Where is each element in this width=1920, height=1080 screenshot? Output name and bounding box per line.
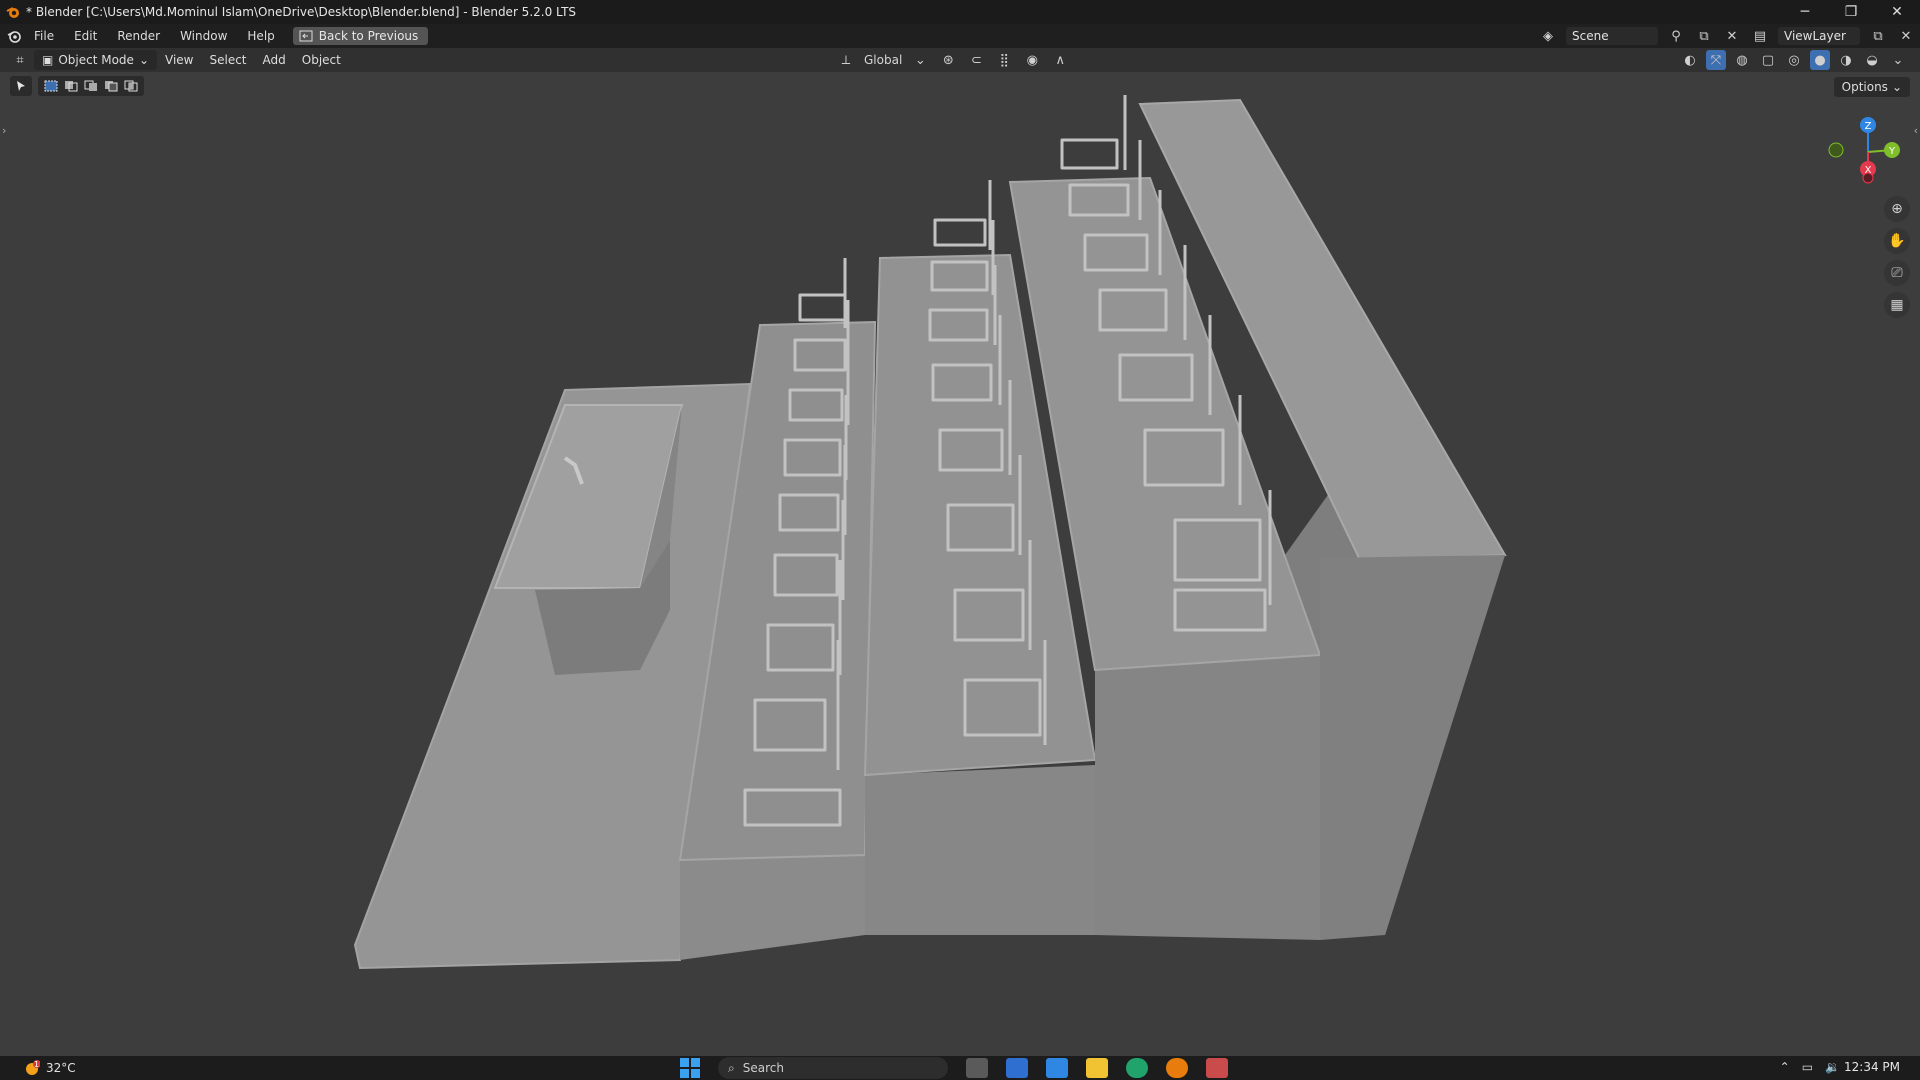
camera-view-icon[interactable]: ⎚ xyxy=(1884,260,1910,286)
weather-badge: 1 xyxy=(34,1060,40,1069)
file-explorer-icon[interactable] xyxy=(1086,1058,1108,1078)
windows-start-icon[interactable] xyxy=(680,1058,700,1078)
overlays-icon[interactable]: ◍ xyxy=(1732,50,1752,70)
snap-toggle-icon[interactable]: ⊂ xyxy=(966,50,986,70)
gizmo-toggle-icon[interactable]: ⤧ xyxy=(1706,50,1726,70)
scene-selector-icon[interactable]: ◈ xyxy=(1538,26,1558,46)
transform-orientation-icon[interactable]: ⟂ xyxy=(836,50,856,70)
view-layer-icon[interactable]: ▤ xyxy=(1750,26,1770,46)
zoom-icon[interactable]: ⊕ xyxy=(1884,196,1910,222)
solid-shading-icon[interactable]: ● xyxy=(1810,50,1830,70)
menu-window[interactable]: Window xyxy=(170,24,237,48)
chevron-down-icon[interactable]: ⌄ xyxy=(910,50,930,70)
window-controls: ─ ❐ ✕ xyxy=(1782,0,1920,24)
mode-label: Object Mode xyxy=(58,53,134,67)
view-layer-field[interactable]: ViewLayer xyxy=(1778,27,1860,45)
restore-icon[interactable]: ❐ xyxy=(1828,0,1874,24)
viewport-navigation: ⊕ ✋ ⎚ ▦ xyxy=(1884,196,1910,318)
minimize-icon[interactable]: ─ xyxy=(1782,0,1828,24)
top-menubar: File Edit Render Window Help Back to Pre… xyxy=(0,24,1920,48)
window-title: * Blender [C:\Users\Md.Mominul Islam\One… xyxy=(26,5,577,19)
mail-icon[interactable] xyxy=(1046,1058,1068,1078)
pin-icon[interactable]: ⚲ xyxy=(1666,26,1686,46)
pan-hand-icon[interactable]: ✋ xyxy=(1884,228,1910,254)
clock[interactable]: 12:34 PM xyxy=(1844,1060,1900,1074)
windows-taskbar: 1 32°C ⌕ Search ⌃ ▭ 🔉 12:34 PM xyxy=(0,1056,1920,1080)
new-view-layer-icon[interactable]: ⧉ xyxy=(1868,26,1888,46)
network-icon[interactable]: ▭ xyxy=(1802,1060,1813,1074)
perspective-grid-icon[interactable]: ▦ xyxy=(1884,292,1910,318)
back-to-previous-button[interactable]: Back to Previous xyxy=(292,27,429,45)
delete-view-layer-icon[interactable]: ✕ xyxy=(1896,26,1916,46)
chevron-down-icon: ⌄ xyxy=(138,53,149,67)
title-bar: * Blender [C:\Users\Md.Mominul Islam\One… xyxy=(0,0,1920,24)
search-icon: ⌕ xyxy=(728,1060,735,1075)
view-layer-name: ViewLayer xyxy=(1784,29,1846,43)
navigation-gizmo[interactable]: Z Y X xyxy=(1820,112,1900,192)
system-tray: ⌃ ▭ 🔉 xyxy=(1780,1060,1840,1074)
step-2-front xyxy=(865,765,1095,935)
weather-widget[interactable]: 1 32°C xyxy=(24,1060,76,1076)
blender-taskbar-icon[interactable] xyxy=(1166,1058,1188,1078)
snipping-tool-icon[interactable] xyxy=(1206,1058,1228,1078)
delete-scene-icon[interactable]: ✕ xyxy=(1722,26,1742,46)
volume-icon[interactable]: 🔉 xyxy=(1825,1060,1840,1074)
back-button-label: Back to Previous xyxy=(318,29,419,43)
snap-target-icon[interactable]: ⣿ xyxy=(994,50,1014,70)
blender-logo-icon xyxy=(6,7,19,18)
tray-expand-icon[interactable]: ⌃ xyxy=(1780,1060,1790,1074)
viewport-3d[interactable] xyxy=(0,72,1920,1056)
new-scene-icon[interactable]: ⧉ xyxy=(1694,26,1714,46)
mode-dropdown[interactable]: ▣ Object Mode ⌄ xyxy=(34,50,157,70)
material-shading-icon[interactable]: ◑ xyxy=(1836,50,1856,70)
scene-name: Scene xyxy=(1572,29,1609,43)
menu-add[interactable]: Add xyxy=(255,50,294,70)
blender-menu-icon[interactable] xyxy=(4,26,24,46)
store-icon[interactable] xyxy=(1006,1058,1028,1078)
weather-temp: 32°C xyxy=(46,1061,76,1075)
taskbar-search[interactable]: ⌕ Search xyxy=(718,1057,948,1079)
menu-file[interactable]: File xyxy=(24,24,64,48)
close-icon[interactable]: ✕ xyxy=(1874,0,1920,24)
visibility-icon[interactable]: ◐ xyxy=(1680,50,1700,70)
transform-orientation[interactable]: Global xyxy=(864,53,902,67)
menu-object[interactable]: Object xyxy=(294,50,349,70)
scene-field[interactable]: Scene xyxy=(1566,27,1658,45)
step-1-front xyxy=(680,855,865,960)
menu-help[interactable]: Help xyxy=(237,24,284,48)
object-mode-icon: ▣ xyxy=(42,53,54,67)
falloff-icon[interactable]: ∧ xyxy=(1050,50,1070,70)
step-4-front xyxy=(1320,555,1505,940)
menu-edit[interactable]: Edit xyxy=(64,24,107,48)
back-icon xyxy=(299,30,313,42)
taskbar-apps: ⌕ Search xyxy=(680,1056,1228,1080)
edge-browser-icon[interactable] xyxy=(1126,1058,1148,1078)
menu-view[interactable]: View xyxy=(157,50,201,70)
shading-options-icon[interactable]: ⌄ xyxy=(1888,50,1908,70)
menu-select[interactable]: Select xyxy=(201,50,254,70)
axis-y-label: Y xyxy=(1888,146,1896,157)
proportional-edit-icon[interactable]: ◉ xyxy=(1022,50,1042,70)
step-3-front xyxy=(1095,655,1320,940)
axis-z-label: Z xyxy=(1865,121,1872,132)
wireframe-shading-icon[interactable]: ◎ xyxy=(1784,50,1804,70)
xray-icon[interactable]: ▢ xyxy=(1758,50,1778,70)
rendered-shading-icon[interactable]: ◒ xyxy=(1862,50,1882,70)
search-placeholder: Search xyxy=(742,1061,784,1075)
menu-render[interactable]: Render xyxy=(107,24,170,48)
editor-type-icon[interactable]: ⌗ xyxy=(10,50,30,70)
pivot-point-icon[interactable]: ⊛ xyxy=(938,50,958,70)
viewport-display-tools: ◐ ⤧ ◍ ▢ ◎ ● ◑ ◒ ⌄ xyxy=(1680,50,1908,70)
task-view-icon[interactable] xyxy=(966,1058,988,1078)
transform-tools: ⟂ Global ⌄ ⊛ ⊂ ⣿ ◉ ∧ xyxy=(836,50,1070,70)
